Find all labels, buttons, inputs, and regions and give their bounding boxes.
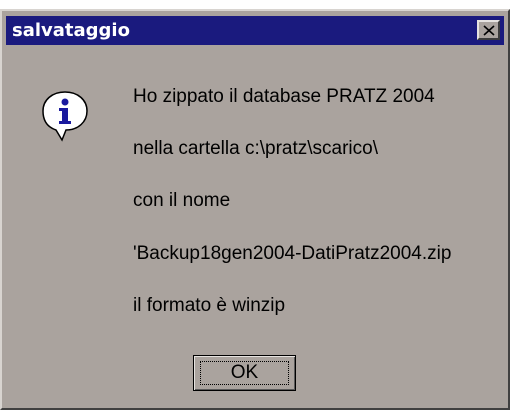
message-line-4: 'Backup18gen2004-DatiPratz2004.zip	[133, 243, 452, 264]
close-button[interactable]	[477, 20, 500, 40]
message-line-3: con il nome	[133, 190, 231, 211]
message-line-2: nella cartella c:\pratz\scarico\	[133, 138, 378, 159]
ok-button-label: OK	[200, 361, 289, 385]
title-bar[interactable]: salvataggio	[6, 16, 504, 45]
close-x-icon	[483, 25, 495, 36]
message-line-1: Ho zippato il database PRATZ 2004	[133, 86, 435, 107]
window-title: salvataggio	[12, 20, 130, 41]
message-dialog: salvataggio Ho zippato il database PRATZ…	[0, 9, 510, 410]
ok-button[interactable]: OK	[193, 355, 296, 391]
message-line-5: il formato è winzip	[133, 295, 286, 316]
information-icon	[42, 91, 88, 142]
